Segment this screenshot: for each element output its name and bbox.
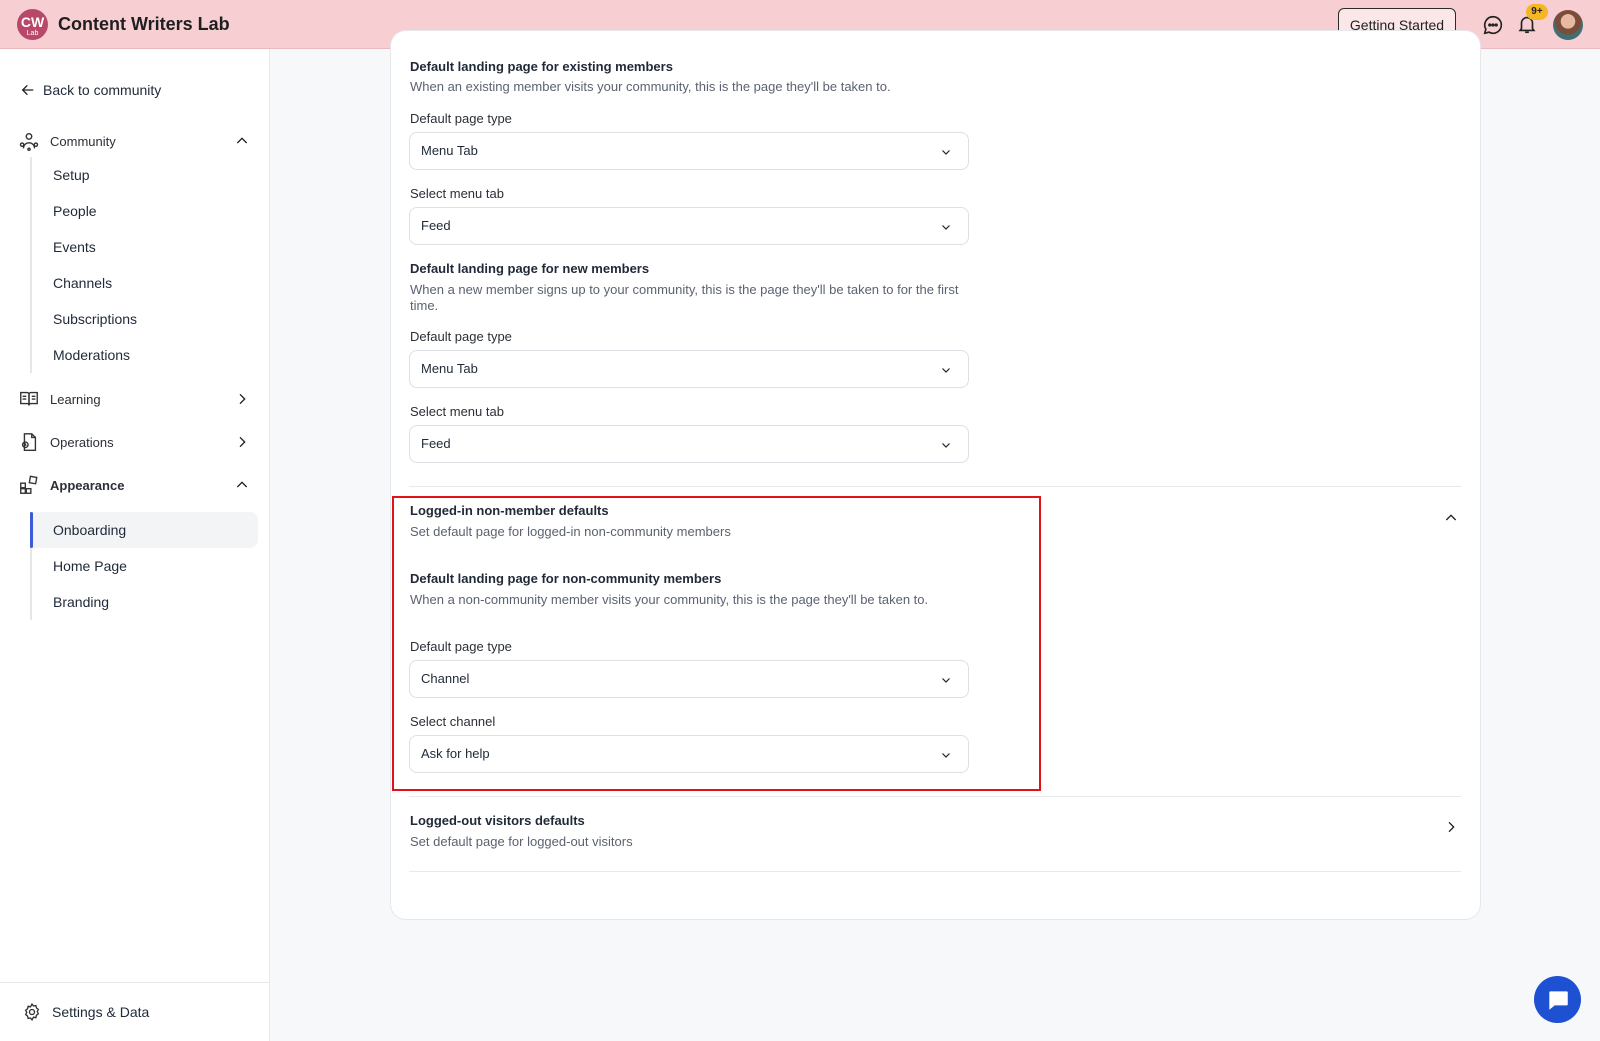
message-icon — [1548, 990, 1568, 1010]
non-member-section-desc: Set default page for logged-in non-commu… — [410, 524, 731, 539]
chevron-right-icon[interactable] — [234, 391, 250, 407]
new-members-title: Default landing page for new members — [410, 261, 650, 276]
sidebar: Back to community Community Setup People… — [0, 49, 270, 1041]
existing-menu-tab-select[interactable]: Feed — [409, 207, 969, 245]
existing-members-title: Default landing page for existing member… — [410, 59, 673, 74]
support-chat-button[interactable] — [1534, 976, 1581, 1023]
chevron-right-icon[interactable] — [234, 434, 250, 450]
existing-menu-tab-label: Select menu tab — [410, 186, 504, 201]
community-title[interactable]: Content Writers Lab — [58, 14, 230, 35]
operations-icon — [21, 433, 37, 451]
chevron-up-icon[interactable] — [234, 133, 250, 149]
existing-page-type-select[interactable]: Menu Tab — [409, 132, 969, 170]
logged-out-section-desc: Set default page for logged-out visitors — [410, 834, 633, 849]
sidebar-item-events[interactable]: Events — [32, 229, 258, 265]
chevron-down-icon — [942, 368, 950, 373]
sidebar-item-subscriptions[interactable]: Subscriptions — [32, 301, 258, 337]
chevron-up-icon[interactable] — [1443, 510, 1459, 526]
chevron-down-icon — [942, 150, 950, 155]
non-community-desc: When a non-community member visits your … — [410, 592, 929, 607]
arrow-left-icon — [21, 84, 34, 96]
section-divider — [409, 796, 1461, 797]
sidebar-item-branding[interactable]: Branding — [32, 584, 258, 620]
community-subnav: Setup People Events Channels Subscriptio… — [30, 157, 258, 373]
non-member-section-title[interactable]: Logged-in non-member defaults — [410, 503, 609, 518]
chevron-down-icon — [942, 753, 950, 758]
back-to-community-link[interactable]: Back to community — [20, 82, 161, 98]
existing-members-desc: When an existing member visits your comm… — [410, 79, 891, 94]
chat-icon[interactable] — [1482, 14, 1504, 36]
gear-icon — [24, 1002, 40, 1022]
settings-data-link[interactable]: Settings & Data — [22, 1002, 149, 1022]
user-avatar[interactable] — [1553, 10, 1583, 40]
sidebar-item-setup[interactable]: Setup — [32, 157, 258, 193]
existing-page-type-label: Default page type — [410, 111, 512, 126]
chevron-down-icon — [942, 225, 950, 230]
notification-badge: 9+ — [1526, 4, 1548, 20]
appearance-icon — [20, 475, 38, 494]
new-page-type-label: Default page type — [410, 329, 512, 344]
sidebar-item-moderations[interactable]: Moderations — [32, 337, 258, 373]
sidebar-footer: Settings & Data — [0, 982, 269, 1041]
sidebar-item-channels[interactable]: Channels — [32, 265, 258, 301]
new-page-type-select[interactable]: Menu Tab — [409, 350, 969, 388]
community-logo[interactable]: CW Lab — [17, 9, 48, 40]
new-menu-tab-select[interactable]: Feed — [409, 425, 969, 463]
non-member-page-type-select[interactable]: Channel — [409, 660, 969, 698]
select-channel-select[interactable]: Ask for help — [409, 735, 969, 773]
section-divider — [409, 871, 1461, 872]
community-icon — [19, 132, 39, 152]
non-community-title: Default landing page for non-community m… — [410, 571, 722, 586]
sidebar-item-home-page[interactable]: Home Page — [32, 548, 258, 584]
sidebar-item-people[interactable]: People — [32, 193, 258, 229]
chevron-up-icon[interactable] — [234, 477, 250, 493]
nav-group-community[interactable]: Community — [18, 130, 250, 152]
new-members-desc: When a new member signs up to your commu… — [410, 282, 959, 313]
non-member-page-type-label: Default page type — [410, 639, 512, 654]
new-menu-tab-label: Select menu tab — [410, 404, 504, 419]
book-icon — [20, 391, 38, 406]
nav-group-learning[interactable]: Learning — [18, 388, 250, 410]
nav-group-operations[interactable]: Operations — [18, 431, 250, 453]
logged-out-section-title[interactable]: Logged-out visitors defaults — [410, 813, 585, 828]
appearance-subnav: Onboarding Home Page Branding — [30, 512, 258, 620]
select-channel-label: Select channel — [410, 714, 496, 729]
section-divider — [409, 486, 1461, 487]
chevron-down-icon — [942, 443, 950, 448]
nav-group-appearance[interactable]: Appearance — [18, 474, 250, 496]
chevron-down-icon — [942, 678, 950, 683]
chevron-right-icon[interactable] — [1443, 819, 1459, 835]
sidebar-item-onboarding[interactable]: Onboarding — [30, 512, 258, 548]
